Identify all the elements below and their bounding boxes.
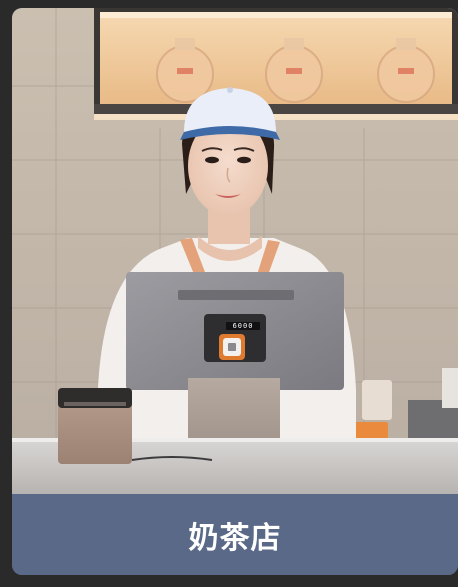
- card-caption-bar: 奶茶店: [12, 494, 458, 575]
- store-type-card[interactable]: 6000 奶茶店: [12, 8, 458, 575]
- pos-display-reading: 6000: [232, 322, 254, 330]
- card-photo: 6000: [12, 8, 458, 494]
- card-caption: 奶茶店: [188, 520, 282, 556]
